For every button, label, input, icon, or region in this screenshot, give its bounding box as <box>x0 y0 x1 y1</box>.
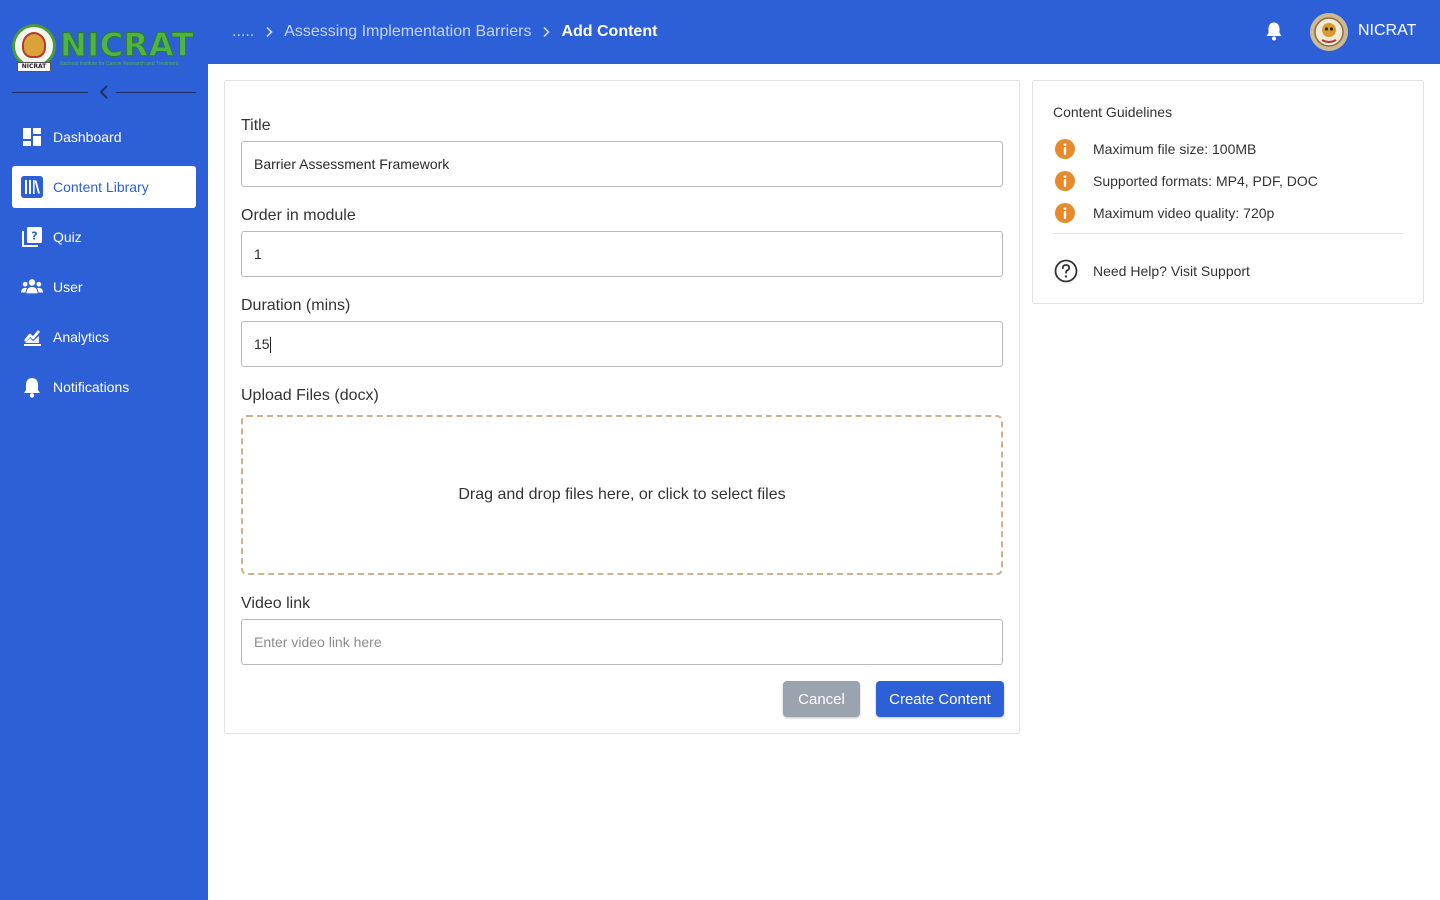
file-dropzone[interactable]: Drag and drop files here, or click to se… <box>241 415 1003 575</box>
breadcrumb: ..... Assessing Implementation Barriers … <box>232 0 657 64</box>
sidebar: NICRAT NICRAT National Institute for Can… <box>0 0 208 900</box>
sidebar-item-notifications[interactable]: Notifications <box>12 366 196 408</box>
guideline-item: Maximum file size: 100MB <box>1053 137 1256 161</box>
svg-text:?: ? <box>31 230 37 243</box>
sidebar-item-user[interactable]: User <box>12 266 196 308</box>
user-name[interactable]: NICRAT <box>1358 22 1416 40</box>
users-icon <box>21 276 43 298</box>
guidelines-title: Content Guidelines <box>1053 104 1173 120</box>
breadcrumb-ellipsis[interactable]: ..... <box>232 23 254 41</box>
breadcrumb-parent[interactable]: Assessing Implementation Barriers <box>284 23 531 41</box>
order-label: Order in module <box>241 207 356 224</box>
title-input[interactable] <box>241 141 1003 187</box>
quiz-icon: ? <box>21 226 43 248</box>
nicrat-logo[interactable]: NICRAT NICRAT National Institute for Can… <box>12 24 198 72</box>
logo-tagline: National Institute for Cancer Research a… <box>60 61 179 67</box>
sidebar-item-label: Notifications <box>53 379 130 395</box>
duration-input[interactable] <box>241 321 1003 367</box>
guideline-text: Maximum video quality: 720p <box>1093 205 1275 221</box>
guideline-text: Supported formats: MP4, PDF, DOC <box>1093 173 1318 189</box>
collapse-chevron-left-icon[interactable] <box>96 84 112 100</box>
cancel-button[interactable]: Cancel <box>783 681 860 717</box>
sidebar-nav: Dashboard Content Library ? Quiz User An… <box>12 116 196 416</box>
guideline-text: Maximum file size: 100MB <box>1093 141 1257 157</box>
sidebar-item-dashboard[interactable]: Dashboard <box>12 116 196 158</box>
sidebar-item-label: Dashboard <box>53 129 122 145</box>
analytics-icon <box>21 326 43 348</box>
sidebar-collapse-row <box>12 82 196 102</box>
chevron-right-icon <box>264 25 274 39</box>
breadcrumb-current: Add Content <box>561 23 658 40</box>
info-icon <box>1055 171 1075 191</box>
avatar[interactable] <box>1310 13 1348 51</box>
sidebar-item-quiz[interactable]: ? Quiz <box>12 216 196 258</box>
bell-icon <box>21 376 43 398</box>
dropzone-text: Drag and drop files here, or click to se… <box>458 486 786 503</box>
divider <box>116 92 196 93</box>
order-input[interactable] <box>241 231 1003 277</box>
guideline-item: Supported formats: MP4, PDF, DOC <box>1053 169 1318 193</box>
top-header: ..... Assessing Implementation Barriers … <box>208 0 1440 64</box>
support-link-text: Need Help? Visit Support <box>1093 263 1250 279</box>
sidebar-item-label: Content Library <box>53 179 149 195</box>
sidebar-item-content-library[interactable]: Content Library <box>12 166 196 208</box>
logo-wordmark: NICRAT <box>60 26 194 64</box>
divider <box>1053 233 1403 234</box>
sidebar-item-label: Analytics <box>53 329 110 345</box>
video-link-input[interactable] <box>241 619 1003 665</box>
video-link-label: Video link <box>241 595 311 612</box>
upload-label: Upload Files (docx) <box>241 387 379 404</box>
create-content-button[interactable]: Create Content <box>876 681 1004 717</box>
guideline-item: Maximum video quality: 720p <box>1053 201 1274 225</box>
sidebar-item-analytics[interactable]: Analytics <box>12 316 196 358</box>
library-icon <box>21 176 43 198</box>
add-content-form: Title Order in module Duration (mins) Up… <box>224 80 1020 734</box>
nicrat-emblem-icon: NICRAT <box>12 24 56 72</box>
chevron-right-icon <box>541 25 551 39</box>
content-guidelines-panel: Content Guidelines Maximum file size: 10… <box>1032 80 1424 304</box>
duration-label: Duration (mins) <box>241 297 351 314</box>
title-label: Title <box>241 117 271 134</box>
info-icon <box>1055 203 1075 223</box>
help-question-icon <box>1054 259 1078 283</box>
emblem-banner-text: NICRAT <box>17 62 51 72</box>
support-link[interactable]: Need Help? Visit Support <box>1053 258 1250 284</box>
sidebar-item-label: Quiz <box>53 229 82 245</box>
sidebar-item-label: User <box>53 279 83 295</box>
info-icon <box>1055 139 1075 159</box>
divider <box>12 92 88 93</box>
text-cursor <box>270 337 271 353</box>
dashboard-icon <box>21 126 43 148</box>
notification-bell-icon[interactable] <box>1263 20 1285 42</box>
